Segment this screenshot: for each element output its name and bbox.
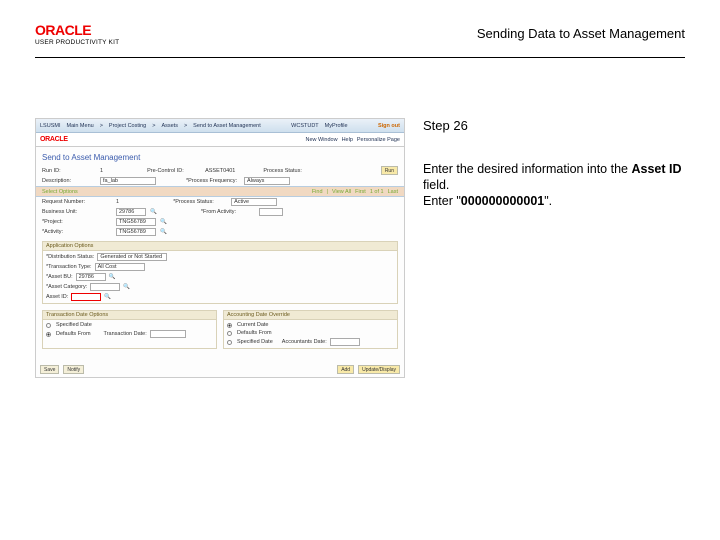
topnav-signout: Sign out (378, 123, 400, 129)
proc-status-label: *Process Status: (173, 199, 227, 205)
brand-block: ORACLE USER PRODUCTIVITY KIT (35, 22, 119, 46)
update-button[interactable]: Update/Display (358, 365, 400, 374)
request-number-label: Request Number: (42, 199, 112, 205)
app-screenshot: LSUSMI Main Menu> Project Costing> Asset… (35, 118, 405, 378)
link-help: Help (342, 137, 353, 143)
viewall-link: View All (332, 189, 351, 195)
topnav-item: Assets (161, 123, 178, 129)
oracle-logo: ORACLE (40, 136, 68, 143)
add-button[interactable]: Add (337, 365, 354, 374)
radio-icon (46, 323, 51, 328)
first-link: First (355, 189, 366, 195)
from-activity-input[interactable] (259, 208, 283, 216)
topnav-item: Project Costing (109, 123, 146, 129)
topnav-item: LSUSMI (40, 123, 60, 129)
description-label: Description: (42, 178, 96, 184)
business-unit-input[interactable]: 29786 (116, 208, 146, 216)
description-input[interactable]: fa_lab (100, 177, 156, 185)
process-status-label: Process Status: (263, 168, 317, 174)
activity-label: *Activity: (42, 229, 112, 235)
radio-specified[interactable]: Specified Date (56, 322, 92, 328)
save-button[interactable]: Save (40, 365, 59, 374)
business-unit-label: Business Unit: (42, 209, 112, 215)
step-label: Step 26 (423, 118, 685, 134)
instruction-panel: Step 26 Enter the desired information in… (423, 118, 685, 378)
proc-status-select[interactable]: Active (231, 198, 277, 206)
pre-control-value: ASSET0401 (205, 168, 235, 174)
run-button[interactable]: Run (381, 166, 398, 175)
asset-bu-input[interactable]: 29786 (76, 273, 106, 281)
radio-defaults-acc[interactable]: Defaults From (237, 330, 272, 336)
link-new-window: New Window (305, 137, 337, 143)
topnav-profile: MyProfile (325, 123, 348, 129)
asset-id-label: Asset ID: (46, 294, 68, 300)
topnav-user: WCSTUDT (291, 123, 319, 129)
acct-date-label: Accountants Date: (282, 339, 327, 345)
project-label: *Project: (42, 219, 112, 225)
transaction-type-select[interactable]: All Cost (95, 263, 145, 271)
activity-input[interactable]: TNG56789 (116, 228, 156, 236)
doc-title: Sending Data to Asset Management (477, 26, 685, 41)
last-link: Last (388, 189, 398, 195)
txn-date-label: Transaction Date: (104, 331, 147, 337)
select-options-label: Select Options (42, 189, 78, 195)
brand-line: ORACLE New Window Help Personalize Page (36, 133, 404, 147)
radio-specified-acc[interactable]: Specified Date (237, 339, 273, 345)
radio-icon (227, 323, 232, 328)
radio-defaults[interactable]: Defaults From (56, 331, 91, 337)
radio-icon (227, 340, 232, 345)
acct-date-input[interactable] (330, 338, 360, 346)
asset-id-input[interactable] (71, 293, 101, 301)
request-number-value: 1 (116, 199, 119, 205)
asset-bu-label: *Asset BU: (46, 274, 73, 280)
project-input[interactable]: TNG56789 (116, 218, 156, 226)
radio-current[interactable]: Current Date (237, 322, 269, 328)
txn-date-header: Transaction Date Options (43, 311, 216, 320)
transaction-date-options: Transaction Date Options Specified Date … (42, 310, 217, 349)
topnav: LSUSMI Main Menu> Project Costing> Asset… (36, 119, 404, 133)
acct-date-header: Accounting Date Override (224, 311, 397, 320)
instruction-text: Enter the desired information into the A… (423, 162, 685, 209)
link-personalize: Personalize Page (357, 137, 400, 143)
process-freq-select[interactable]: Always (244, 177, 290, 185)
accounting-date-override: Accounting Date Override Current Date De… (223, 310, 398, 349)
process-freq-label: *Process Frequency: (186, 178, 240, 184)
app-options-header: Application Options (43, 242, 397, 251)
txn-date-input[interactable] (150, 330, 186, 338)
find-link: Find (312, 189, 323, 195)
pager: 1 of 1 (370, 189, 384, 195)
from-activity-label: *From Activity: (201, 209, 255, 215)
dist-status-select[interactable]: Generated or Not Started (97, 253, 167, 261)
dist-status-label: *Distribution Status: (46, 254, 94, 260)
transaction-type-label: *Transaction Type: (46, 264, 92, 270)
select-options-bar: Select Options Find | View All First 1 o… (36, 186, 404, 197)
topnav-item: Main Menu (66, 123, 93, 129)
brand-oracle: ORACLE (35, 22, 119, 38)
footer-bar: Save Notify Add Update/Display (40, 365, 400, 374)
topnav-item: Send to Asset Management (193, 123, 261, 129)
asset-category-input[interactable] (90, 283, 120, 291)
pre-control-label: Pre-Control ID: (147, 168, 201, 174)
page-title: Send to Asset Management (36, 147, 404, 165)
brand-product: USER PRODUCTIVITY KIT (35, 39, 119, 46)
run-id-label: Run ID: (42, 168, 96, 174)
run-id-value: 1 (100, 168, 103, 174)
radio-icon (227, 331, 232, 336)
asset-category-label: *Asset Category: (46, 284, 87, 290)
notify-button[interactable]: Notify (63, 365, 84, 374)
app-options-group: Application Options *Distribution Status… (42, 241, 398, 304)
radio-icon (46, 332, 51, 337)
